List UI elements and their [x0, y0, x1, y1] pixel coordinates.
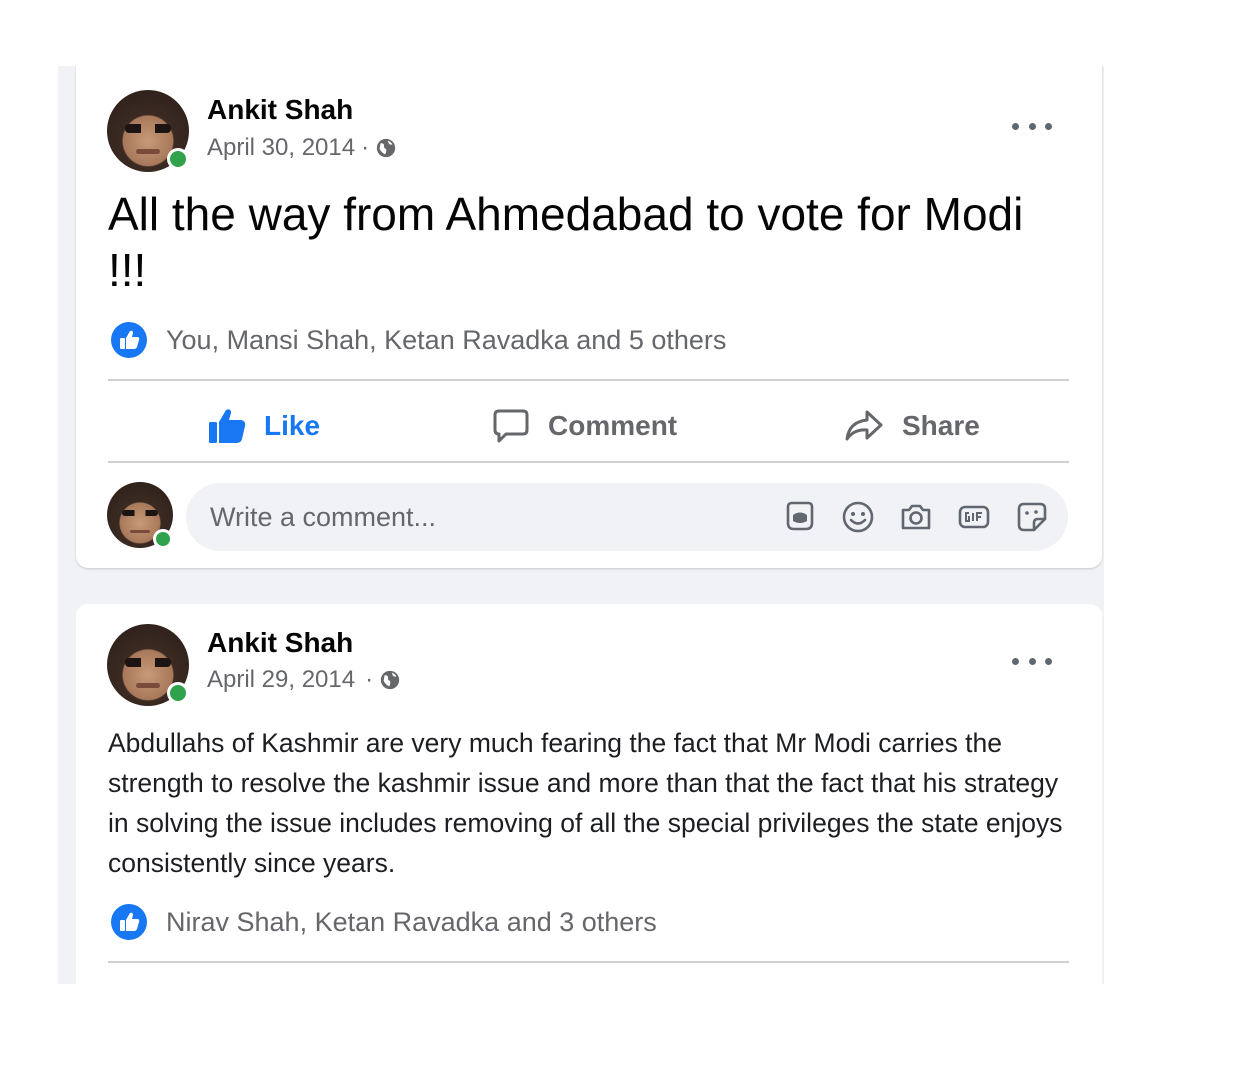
more-options-icon[interactable]: [1012, 120, 1052, 132]
comment-input[interactable]: [210, 483, 770, 551]
share-label: Share: [902, 410, 980, 441]
post-text: Abdullahs of Kashmir are very much feari…: [108, 728, 1063, 878]
emoji-icon[interactable]: [840, 499, 876, 535]
share-button[interactable]: Share: [844, 386, 980, 466]
like-label: Like: [264, 410, 321, 441]
avatar-sticker-icon[interactable]: [782, 499, 818, 535]
meta-separator: ·: [365, 666, 374, 693]
post-actions: Like Comment Share: [108, 386, 1069, 466]
reactions-text: You, Mansi Shah, Ketan Ravadka and 5 oth…: [166, 324, 727, 355]
author-name[interactable]: Ankit Shah: [207, 94, 353, 126]
divider: [108, 461, 1069, 463]
globe-icon: [376, 138, 396, 158]
share-arrow-icon: [845, 410, 883, 441]
sticker-icon[interactable]: [1014, 499, 1050, 535]
comment-composer[interactable]: [186, 483, 1068, 551]
post-meta: April 30, 2014 ·: [207, 134, 397, 162]
gif-icon[interactable]: [956, 499, 992, 535]
comment-button[interactable]: Comment: [492, 386, 677, 466]
more-options-icon[interactable]: [1012, 655, 1052, 667]
meta-separator: ·: [361, 134, 370, 161]
reactions-summary[interactable]: Nirav Shah, Ketan Ravadka and 3 others: [110, 903, 657, 941]
online-status-dot: [167, 682, 189, 704]
post-meta: April 29, 2014 ·: [207, 666, 401, 694]
online-status-dot: [167, 148, 189, 170]
divider: [108, 961, 1069, 963]
like-button[interactable]: Like: [208, 386, 320, 466]
post-date[interactable]: April 30, 2014: [207, 134, 355, 162]
thumbs-up-icon: [209, 409, 246, 443]
divider: [108, 379, 1069, 381]
online-status-dot: [153, 529, 173, 549]
post-card: Ankit Shah April 29, 2014 · Abdullahs of…: [76, 604, 1102, 984]
post-date[interactable]: April 29, 2014: [207, 666, 355, 694]
reactions-summary[interactable]: You, Mansi Shah, Ketan Ravadka and 5 oth…: [110, 321, 726, 359]
comment-icon: [493, 409, 529, 443]
post-text: All the way from Ahmedabad to vote for M…: [108, 188, 1024, 296]
globe-icon: [380, 670, 400, 690]
post-card: Ankit Shah April 30, 2014 · All the way …: [76, 66, 1102, 568]
author-name[interactable]: Ankit Shah: [207, 627, 353, 659]
like-reaction-icon: [111, 322, 147, 358]
comment-label: Comment: [548, 410, 678, 441]
reactions-text: Nirav Shah, Ketan Ravadka and 3 others: [166, 906, 657, 937]
camera-icon[interactable]: [898, 499, 934, 535]
like-reaction-icon: [111, 904, 147, 940]
